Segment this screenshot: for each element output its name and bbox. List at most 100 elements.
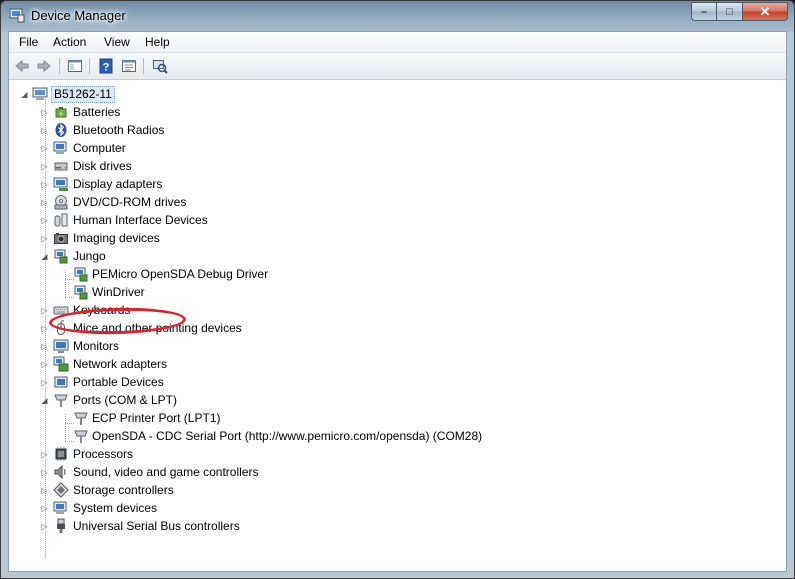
close-icon: ✕	[759, 3, 771, 19]
expand-icon[interactable]: ▷	[40, 234, 49, 243]
svg-text:?: ?	[103, 62, 110, 74]
port-icon	[54, 394, 68, 407]
display-adapter-icon	[53, 177, 68, 191]
tree-item-windriver[interactable]: WinDriver	[9, 283, 309, 301]
computer-icon	[53, 141, 67, 154]
computer-icon	[32, 87, 48, 100]
tree-item-imaging-devices[interactable]: ▷ Imaging devices	[9, 229, 309, 247]
show-hide-console-tree-button[interactable]	[66, 57, 84, 75]
device-tree[interactable]: ◢ B51262-11 ▷ Batteries ▷ Bluetooth Radi…	[9, 81, 786, 571]
expand-icon[interactable]: ▷	[40, 324, 49, 333]
tree-item-disk-drives[interactable]: ▷ Disk drives	[9, 157, 309, 175]
menu-help[interactable]: Help	[145, 35, 170, 49]
tree-item-display-adapters[interactable]: ▷ Display adapters	[9, 175, 309, 193]
forward-arrow-icon	[37, 59, 51, 73]
title-bar[interactable]: Device Manager – □ ✕	[1, 1, 794, 31]
expand-icon[interactable]: ▷	[40, 216, 49, 225]
device-icon	[54, 249, 68, 264]
tree-item-opensda-cdc-serial-port[interactable]: OpenSDA - CDC Serial Port (http://www.pe…	[9, 427, 609, 445]
expand-icon[interactable]: ▷	[40, 504, 49, 513]
hid-icon	[54, 213, 68, 227]
menu-bar: File Action View Help	[9, 32, 786, 53]
toolbar-separator	[143, 58, 144, 74]
expand-icon[interactable]: ▷	[40, 378, 49, 387]
tree-item-processors[interactable]: ▷ Processors	[9, 445, 309, 463]
storage-controller-icon	[53, 482, 69, 498]
system-device-icon	[53, 501, 67, 514]
properties-button[interactable]	[120, 57, 138, 75]
portable-device-icon	[54, 376, 68, 388]
tree-item-label: Storage controllers	[73, 483, 174, 497]
processor-icon	[55, 447, 67, 461]
expand-icon[interactable]: ▷	[40, 126, 49, 135]
menu-view[interactable]: View	[104, 35, 130, 49]
help-button[interactable]: ?	[97, 57, 115, 75]
port-icon	[74, 430, 88, 443]
disk-drive-icon	[54, 162, 68, 171]
menu-file[interactable]: File	[19, 35, 38, 49]
tree-item-network-adapters[interactable]: ▷ Network adapters	[9, 355, 309, 373]
tree-root[interactable]: ◢ B51262-11	[9, 85, 309, 103]
tree-item-jungo[interactable]: ◢ Jungo	[9, 247, 309, 265]
device-manager-icon	[9, 8, 25, 23]
tree-item-label: PEMicro OpenSDA Debug Driver	[92, 267, 269, 281]
tree-item-bluetooth-radios[interactable]: ▷ Bluetooth Radios	[9, 121, 309, 139]
expand-icon[interactable]: ▷	[40, 486, 49, 495]
tree-item-human-interface-devices[interactable]: ▷ Human Interface Devices	[9, 211, 309, 229]
expand-icon[interactable]: ▷	[40, 108, 49, 117]
collapse-icon[interactable]: ◢	[20, 90, 29, 99]
forward-button[interactable]	[35, 57, 53, 75]
collapse-icon[interactable]: ◢	[40, 396, 49, 405]
tree-item-system-devices[interactable]: ▷ System devices	[9, 499, 309, 517]
expand-icon[interactable]: ▷	[40, 360, 49, 369]
help-icon: ?	[99, 58, 113, 74]
tree-item-label: Human Interface Devices	[73, 213, 208, 227]
tree-item-portable-devices[interactable]: ▷ Portable Devices	[9, 373, 309, 391]
tree-item-label: Jungo	[73, 249, 106, 263]
scan-hardware-button[interactable]	[151, 57, 169, 75]
device-icon	[74, 285, 88, 300]
tree-item-ports[interactable]: ◢ Ports (COM & LPT)	[9, 391, 309, 409]
tree-item-pemicro-opensda-debug-driver[interactable]: PEMicro OpenSDA Debug Driver	[9, 265, 309, 283]
expand-icon[interactable]: ▷	[40, 144, 49, 153]
expand-icon[interactable]: ▷	[40, 342, 49, 351]
expand-icon[interactable]: ▷	[40, 522, 49, 531]
window-title: Device Manager	[31, 8, 126, 23]
expand-icon[interactable]: ▷	[40, 162, 49, 171]
tree-item-label: Disk drives	[73, 159, 132, 173]
tree-item-sound-video-game[interactable]: ▷ Sound, video and game controllers	[9, 463, 309, 481]
device-icon	[74, 267, 88, 282]
close-button[interactable]: ✕	[743, 2, 788, 21]
expand-icon[interactable]: ▷	[40, 180, 49, 189]
toolbar: ?	[9, 53, 786, 80]
battery-icon	[55, 107, 67, 118]
tree-item-label: Sound, video and game controllers	[73, 465, 259, 479]
toolbar-separator	[59, 58, 60, 74]
menu-action[interactable]: Action	[53, 35, 86, 49]
maximize-button[interactable]: □	[717, 2, 743, 21]
usb-icon	[57, 518, 65, 533]
expand-icon[interactable]: ▷	[40, 450, 49, 459]
expand-icon[interactable]: ▷	[40, 306, 49, 315]
bluetooth-icon	[55, 123, 67, 137]
tree-item-storage-controllers[interactable]: ▷ Storage controllers	[9, 481, 309, 499]
tree-item-label: Imaging devices	[73, 231, 160, 245]
tree-item-batteries[interactable]: ▷ Batteries	[9, 103, 309, 121]
expand-icon[interactable]: ▷	[40, 468, 49, 477]
back-button[interactable]	[13, 57, 31, 75]
maximize-icon: □	[726, 5, 733, 18]
tree-item-label: WinDriver	[92, 285, 145, 299]
tree-item-ecp-printer-port[interactable]: ECP Printer Port (LPT1)	[9, 409, 309, 427]
network-adapter-icon	[53, 356, 69, 372]
back-arrow-icon	[15, 59, 29, 73]
collapse-icon[interactable]: ◢	[40, 252, 49, 261]
tree-item-monitors[interactable]: ▷ Monitors	[9, 337, 309, 355]
root-label: B51262-11	[51, 86, 115, 103]
tree-item-dvd-cd-rom-drives[interactable]: ▷ DVD/CD-ROM drives	[9, 193, 309, 211]
tree-item-computer[interactable]: ▷ Computer	[9, 139, 309, 157]
tree-item-usb-controllers[interactable]: ▷ Universal Serial Bus controllers	[9, 517, 309, 535]
minimize-button[interactable]: –	[691, 2, 717, 21]
client-area: File Action View Help ? ◢ B51262-11 ▷ Ba…	[8, 31, 787, 572]
device-manager-window: Device Manager – □ ✕ File Action View He…	[0, 0, 795, 579]
expand-icon[interactable]: ▷	[40, 198, 49, 207]
